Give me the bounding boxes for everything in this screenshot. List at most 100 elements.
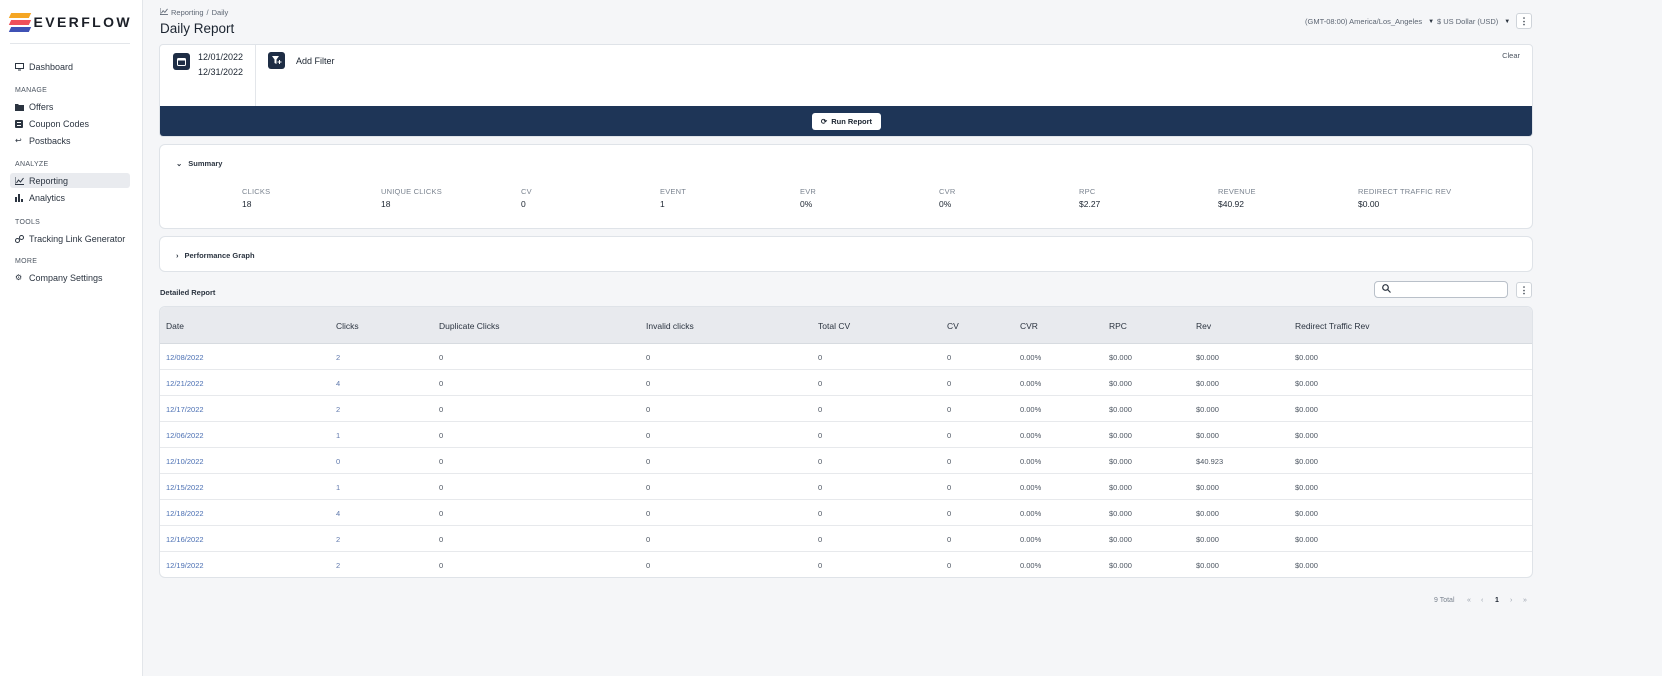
table-more-button[interactable]: ⋮ — [1516, 282, 1532, 298]
table-cell: 0 — [947, 535, 952, 544]
clear-button[interactable]: Clear — [1502, 51, 1520, 60]
kebab-icon: ⋮ — [1519, 284, 1529, 295]
sidebar-item-postbacks[interactable]: ↩ Postbacks — [10, 133, 130, 148]
table-cell: $0.000 — [1295, 405, 1318, 414]
clicks-link[interactable]: 4 — [336, 379, 340, 388]
performance-graph-toggle[interactable]: › Performance Graph — [176, 251, 255, 260]
table-cell: $0.000 — [1295, 353, 1318, 362]
date-link[interactable]: 12/10/2022 — [166, 457, 204, 466]
table-cell: 0.00% — [1020, 457, 1042, 466]
date-link[interactable]: 12/06/2022 — [166, 431, 204, 440]
summary-metric-label: EVR — [800, 187, 817, 196]
first-page-icon[interactable]: « — [1467, 597, 1471, 604]
column-header[interactable]: CVR — [1020, 321, 1038, 331]
table-cell: $0.000 — [1196, 405, 1219, 414]
sidebar-item-company-settings[interactable]: ⚙ Company Settings — [10, 270, 130, 285]
next-page-icon[interactable]: › — [1510, 597, 1512, 604]
run-report-button[interactable]: ⟳ Run Report — [812, 113, 881, 130]
timezone-select[interactable]: (GMT-08:00) America/Los_Angeles ▼ — [1305, 17, 1434, 26]
clicks-link[interactable]: 0 — [336, 457, 340, 466]
clicks-link[interactable]: 2 — [336, 353, 340, 362]
sidebar: EVERFLOW Dashboard MANAGE Offers Coupon … — [0, 0, 143, 676]
column-header[interactable]: RPC — [1109, 321, 1127, 331]
clicks-link[interactable]: 2 — [336, 405, 340, 414]
column-header[interactable]: Rev — [1196, 321, 1211, 331]
postback-icon: ↩ — [15, 136, 22, 145]
table-cell: 0 — [947, 353, 952, 362]
logo[interactable]: EVERFLOW — [8, 12, 132, 32]
date-link[interactable]: 12/15/2022 — [166, 483, 204, 492]
clicks-link[interactable]: 1 — [336, 431, 340, 440]
column-header[interactable]: Invalid clicks — [646, 321, 694, 331]
date-range-picker[interactable]: 12/01/2022 12/31/2022 — [160, 45, 256, 106]
table-cell: $0.000 — [1196, 353, 1219, 362]
clicks-link[interactable]: 2 — [336, 561, 340, 570]
column-header[interactable]: Duplicate Clicks — [439, 321, 499, 331]
calendar-icon — [173, 53, 190, 70]
summary-metric-label: CLICKS — [242, 187, 271, 196]
summary-title: Summary — [188, 159, 223, 168]
page-number[interactable]: 1 — [1495, 597, 1499, 604]
table-cell: 0.00% — [1020, 535, 1042, 544]
table-cell: 0 — [646, 509, 651, 518]
column-header[interactable]: Redirect Traffic Rev — [1295, 321, 1369, 331]
summary-metric-label: UNIQUE CLICKS — [381, 187, 442, 196]
summary-metric-label: CVR — [939, 187, 956, 196]
date-link[interactable]: 12/16/2022 — [166, 535, 204, 544]
date-link[interactable]: 12/18/2022 — [166, 509, 204, 518]
table-cell: 0 — [646, 353, 651, 362]
sidebar-item-analytics[interactable]: Analytics — [10, 190, 130, 205]
clicks-link[interactable]: 2 — [336, 535, 340, 544]
clicks-link[interactable]: 4 — [336, 509, 340, 518]
table-row: 12/10/2022 0 0 0 0 0 0.00% $0.000 $40.923 $0.000 — [160, 448, 1532, 474]
table-cell: 0 — [439, 561, 444, 570]
table-cell: 0 — [947, 405, 952, 414]
header-more-button[interactable]: ⋮ — [1516, 13, 1532, 29]
column-header[interactable]: CV — [947, 321, 959, 331]
chevron-down-icon: ▼ — [1428, 18, 1435, 25]
summary-toggle[interactable]: ⌄ Summary — [176, 159, 222, 168]
table-cell: 0 — [818, 535, 823, 544]
sidebar-item-label: Reporting — [29, 175, 69, 186]
page-title: Daily Report — [160, 21, 235, 36]
add-filter-button[interactable]: Add Filter — [296, 56, 335, 66]
date-link[interactable]: 12/08/2022 — [166, 353, 204, 362]
prev-page-icon[interactable]: ‹ — [1481, 597, 1483, 604]
table-cell: $0.000 — [1295, 509, 1318, 518]
table-cell: 0 — [646, 535, 651, 544]
date-link[interactable]: 12/19/2022 — [166, 561, 204, 570]
clicks-link[interactable]: 1 — [336, 483, 340, 492]
sidebar-item-label: Analytics — [29, 192, 66, 203]
table-cell: 0 — [646, 379, 651, 388]
chevron-right-icon: › — [176, 251, 179, 260]
last-page-icon[interactable]: » — [1523, 597, 1527, 604]
table-row: 12/08/2022 2 0 0 0 0 0.00% $0.000 $0.000 $0.000 — [160, 344, 1532, 370]
sidebar-item-dashboard[interactable]: Dashboard — [10, 59, 130, 74]
summary-metric-value: 18 — [242, 199, 252, 209]
table-cell: $0.000 — [1109, 561, 1132, 570]
summary-metric-label: RPC — [1079, 187, 1096, 196]
brand-name: EVERFLOW — [33, 14, 132, 30]
search-input[interactable] — [1374, 281, 1508, 298]
pagination-total: 9 Total — [1434, 597, 1455, 604]
table-cell: $0.000 — [1109, 353, 1132, 362]
table-cell: 0 — [818, 457, 823, 466]
monitor-icon — [15, 62, 29, 71]
date-link[interactable]: 12/21/2022 — [166, 379, 204, 388]
column-header[interactable]: Clicks — [336, 321, 359, 331]
breadcrumb-reporting[interactable]: Reporting — [171, 8, 204, 17]
sidebar-item-reporting[interactable]: Reporting — [10, 173, 130, 188]
chart-icon — [159, 8, 168, 17]
table-cell: 0 — [439, 509, 444, 518]
table-cell: 0 — [818, 483, 823, 492]
filter-icon[interactable] — [268, 52, 285, 69]
column-header[interactable]: Date — [166, 321, 184, 331]
sidebar-item-coupon-codes[interactable]: Coupon Codes — [10, 116, 130, 131]
sidebar-item-offers[interactable]: Offers — [10, 99, 130, 114]
currency-select[interactable]: $ US Dollar (USD) ▼ — [1437, 17, 1510, 26]
date-link[interactable]: 12/17/2022 — [166, 405, 204, 414]
column-header[interactable]: Total CV — [818, 321, 850, 331]
sidebar-item-label: Tracking Link Generator — [29, 233, 126, 244]
sidebar-item-tracking-link-generator[interactable]: Tracking Link Generator — [10, 231, 130, 246]
chevron-down-icon: ▼ — [1504, 18, 1511, 25]
